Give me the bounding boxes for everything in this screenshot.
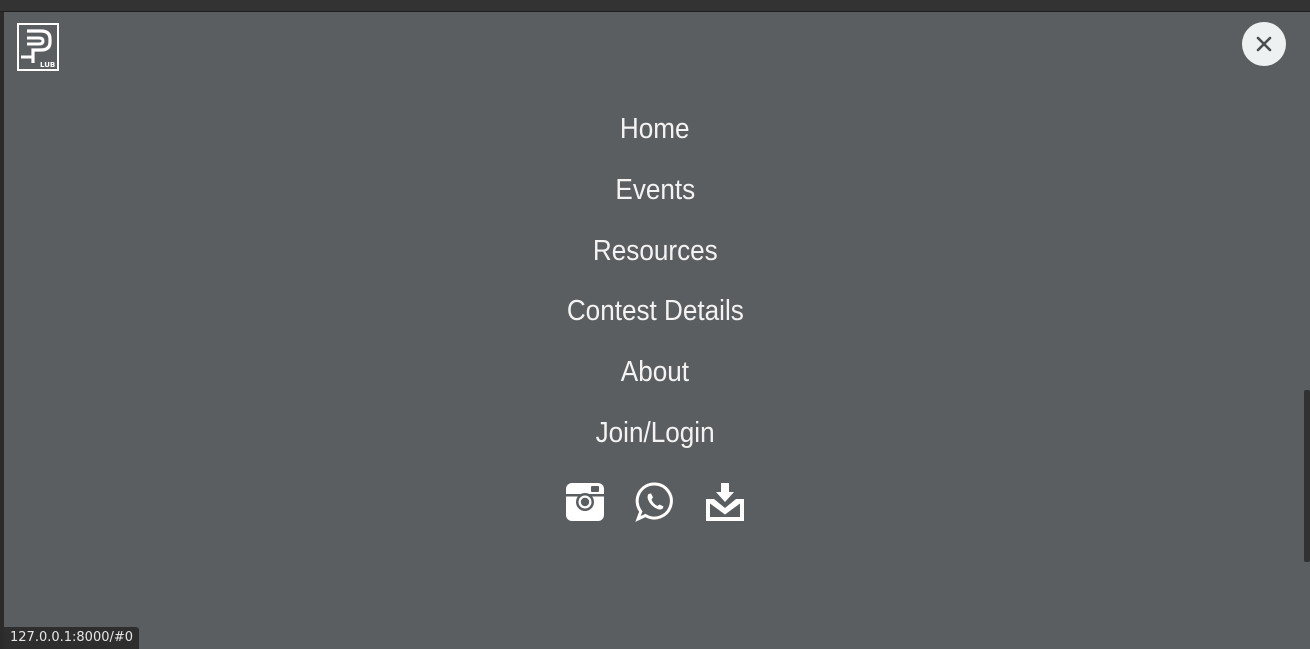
instagram-icon	[566, 483, 604, 521]
social-links	[565, 480, 745, 524]
status-bar-url: 127.0.0.1:8000/#0	[4, 627, 140, 649]
whatsapp-link[interactable]	[635, 481, 675, 523]
nav-link-resources[interactable]: Resources	[593, 230, 718, 291]
main-navigation: Home Events Resources Contest Details Ab…	[4, 108, 1306, 473]
nav-link-join-login[interactable]: Join/Login	[596, 412, 715, 473]
close-icon	[1256, 36, 1272, 52]
close-button[interactable]	[1242, 22, 1286, 66]
club-logo[interactable]: LUB	[17, 23, 59, 71]
browser-top-strip	[0, 0, 1310, 12]
mail-download-icon	[706, 483, 744, 521]
whatsapp-icon	[635, 482, 673, 522]
nav-link-home[interactable]: Home	[620, 108, 690, 169]
nav-link-events[interactable]: Events	[615, 169, 695, 230]
club-logo-icon: LUB	[21, 29, 55, 69]
logo-text: LUB	[40, 61, 55, 69]
instagram-link[interactable]	[565, 481, 605, 523]
mail-download-link[interactable]	[705, 481, 745, 523]
nav-link-about[interactable]: About	[621, 351, 689, 412]
nav-link-contest-details[interactable]: Contest Details	[567, 290, 744, 351]
